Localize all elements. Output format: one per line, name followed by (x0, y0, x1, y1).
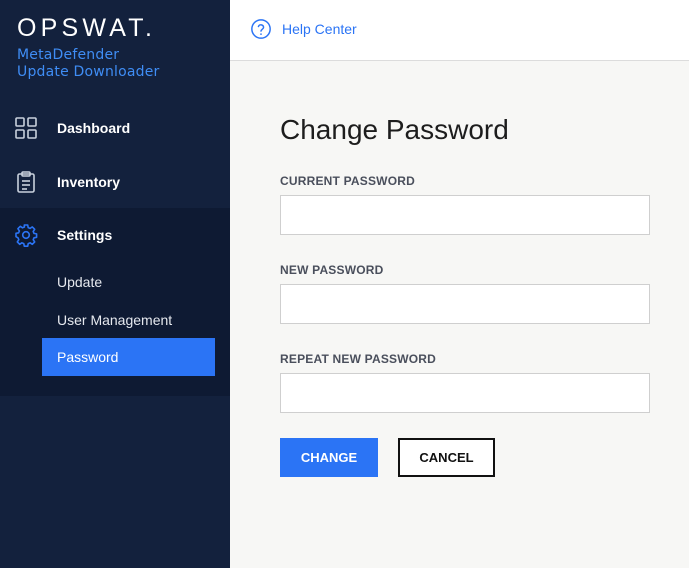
product-name-line-2: Update Downloader (17, 64, 160, 80)
dashboard-grid-icon (15, 117, 37, 139)
current-password-label: CURRENT PASSWORD (280, 174, 415, 188)
sidebar-item-label: Inventory (57, 174, 121, 190)
sidebar-item-label: Settings (57, 227, 113, 243)
page-title: Change Password (280, 114, 509, 145)
settings-group: Settings Update User Management Password (0, 208, 230, 396)
gear-icon (15, 224, 38, 247)
product-name: MetaDefender Update Downloader (17, 47, 160, 81)
cancel-button[interactable]: CANCEL (398, 438, 495, 477)
submenu-item-update[interactable]: Update (42, 263, 215, 301)
opswat-logo[interactable]: OPSWAT. (17, 14, 160, 42)
change-button[interactable]: CHANGE (280, 438, 378, 477)
repeat-new-password-input[interactable] (280, 373, 650, 413)
sidebar: OPSWAT. MetaDefender Update Downloader D… (0, 0, 230, 568)
submenu-item-password[interactable]: Password (42, 338, 215, 376)
current-password-input[interactable] (280, 195, 650, 235)
sidebar-item-settings[interactable]: Settings (0, 208, 230, 262)
question-circle-icon (251, 19, 271, 39)
brand: OPSWAT. MetaDefender Update Downloader (17, 14, 160, 81)
sidebar-item-inventory[interactable]: Inventory (0, 155, 230, 209)
top-bar: Help Center (230, 0, 689, 61)
sidebar-item-label: Dashboard (57, 120, 131, 136)
help-center-link[interactable]: Help Center (250, 18, 357, 40)
help-center-label: Help Center (282, 21, 357, 37)
repeat-new-password-label: REPEAT NEW PASSWORD (280, 352, 437, 366)
new-password-input[interactable] (280, 284, 650, 324)
sidebar-item-dashboard[interactable]: Dashboard (0, 101, 230, 155)
new-password-label: NEW PASSWORD (280, 263, 384, 277)
clipboard-icon (17, 171, 35, 193)
submenu-item-user-management[interactable]: User Management (42, 301, 215, 339)
product-name-line-1: MetaDefender (17, 47, 120, 63)
